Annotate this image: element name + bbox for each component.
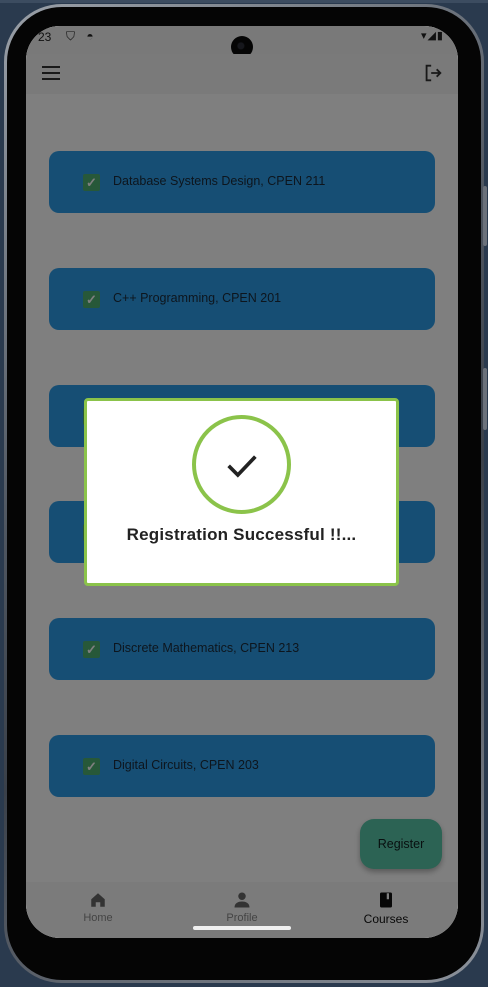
success-dialog: Registration Successful !!... <box>84 398 399 586</box>
power-button <box>483 368 487 430</box>
gesture-home-indicator[interactable] <box>193 926 291 930</box>
background-edge <box>0 0 488 3</box>
volume-button <box>483 186 487 246</box>
check-icon <box>192 415 291 514</box>
app-screen: 23 ⛉ ◓ ▾◢▮ ✓ Database Systems Design, CP… <box>26 26 458 938</box>
dialog-title: Registration Successful !!... <box>126 525 357 544</box>
